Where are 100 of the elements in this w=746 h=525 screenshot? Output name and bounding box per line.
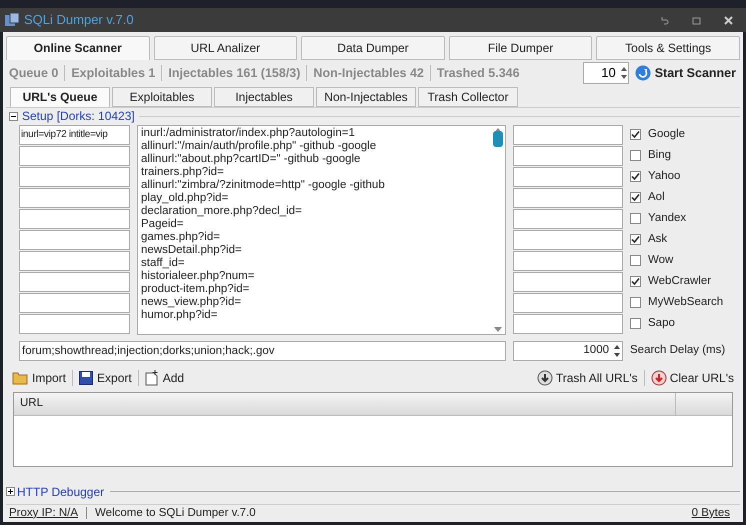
- sub-tab[interactable]: URL's Queue: [10, 86, 110, 107]
- main-tab[interactable]: Data Dumper: [301, 36, 445, 60]
- checkbox[interactable]: [630, 297, 641, 308]
- expand-toggle[interactable]: [6, 487, 15, 496]
- stat-label: Trashed 5.346: [436, 64, 520, 82]
- dork-input-field[interactable]: inurl=vip72 intitle=vip: [19, 124, 130, 145]
- section-title: Setup [Dorks: 10423]: [22, 108, 135, 126]
- main-tab[interactable]: URL Analizer: [154, 36, 298, 60]
- dork-input-field[interactable]: [19, 208, 130, 229]
- dork-input-field[interactable]: [19, 250, 130, 271]
- engine-input-field[interactable]: [513, 124, 623, 145]
- plus-icon: [8, 489, 13, 494]
- engine-input-field[interactable]: [513, 250, 623, 271]
- dork-line: Pageid=: [141, 218, 185, 231]
- checkbox[interactable]: [630, 234, 641, 246]
- dork-line: play_old.php?id=: [141, 192, 230, 205]
- bytes-link[interactable]: 0 Bytes: [692, 504, 740, 522]
- engine-input-field[interactable]: [513, 272, 623, 292]
- engine-label: Yahoo: [648, 169, 680, 184]
- new-document-icon: [144, 370, 159, 386]
- dork-line: newsDetail.php?id=: [141, 244, 243, 257]
- checkmark-icon: [631, 193, 640, 202]
- checkbox[interactable]: [630, 171, 641, 182]
- keywords-input-field[interactable]: forum;showthread;injection;dorks;union;hack;.gov: [19, 340, 506, 361]
- checkbox[interactable]: [630, 318, 641, 330]
- checkbox[interactable]: [630, 255, 641, 266]
- dork-line: games.php?id=: [141, 230, 221, 244]
- undo-icon: [660, 16, 668, 24]
- checkmark-icon: [631, 277, 640, 286]
- proxy-link[interactable]: Proxy IP: N/A: [9, 504, 78, 522]
- dork-input-field[interactable]: [19, 166, 130, 187]
- scroll-thumb[interactable]: [493, 130, 503, 147]
- stat-label: Non-Injectables 42: [313, 64, 424, 82]
- engine-label: MyWebSearch: [648, 295, 724, 310]
- engine-input-field[interactable]: [513, 188, 623, 208]
- engine-input-field[interactable]: [513, 166, 623, 187]
- scrollbar[interactable]: [491, 126, 505, 334]
- delay-spinner[interactable]: 1000: [513, 340, 623, 361]
- engine-label: Bing: [648, 148, 672, 164]
- engine-input-field[interactable]: [513, 146, 623, 166]
- window-title: SQLi Dumper v.7.0: [24, 11, 134, 30]
- start-scanner-button[interactable]: Start Scanner: [634, 64, 740, 83]
- folder-icon: [12, 371, 28, 386]
- dork-line: trainers.php?id=: [141, 166, 225, 179]
- toolbar-button[interactable]: Export: [79, 369, 132, 388]
- down-arrow-circle-icon: [536, 370, 553, 386]
- refresh-icon: [634, 65, 651, 82]
- sub-tab[interactable]: Exploitables: [112, 86, 212, 107]
- minus-icon: [11, 114, 16, 119]
- toolbar-button[interactable]: Trash All URL's: [536, 369, 638, 388]
- sub-tab[interactable]: Trash Collector: [418, 86, 518, 107]
- dork-list-area[interactable]: [137, 124, 506, 335]
- dork-line: historialeer.php?num=: [141, 270, 256, 283]
- checkmark-icon: [631, 235, 640, 244]
- main-tab[interactable]: Online Scanner: [6, 36, 150, 60]
- engine-input-field[interactable]: [513, 314, 623, 334]
- collapse-toggle[interactable]: [9, 112, 18, 121]
- checkbox[interactable]: [630, 129, 641, 140]
- toolbar-button[interactable]: Add: [144, 369, 184, 388]
- checkbox[interactable]: [630, 213, 641, 224]
- main-tab[interactable]: File Dumper: [448, 36, 592, 60]
- dork-input-field[interactable]: [19, 272, 130, 292]
- dork-line: allinurl:"about.php?cartID=" -github -google: [141, 152, 362, 166]
- toolbar-button[interactable]: Clear URL's: [650, 369, 734, 388]
- dork-input-field[interactable]: [19, 188, 130, 208]
- checkbox[interactable]: [630, 276, 641, 288]
- toolbar-button[interactable]: Import: [12, 369, 66, 388]
- engine-label: Sapo: [648, 316, 675, 332]
- dork-line: news_view.php?id=: [141, 296, 242, 309]
- dork-input-field[interactable]: [19, 230, 130, 250]
- engine-input-field[interactable]: [513, 292, 623, 313]
- delay-label: Search Delay (ms): [630, 343, 726, 358]
- threads-spinner[interactable]: 10: [582, 62, 629, 84]
- checkmark-icon: [631, 172, 640, 182]
- checkmark-icon: [631, 130, 640, 140]
- checkbox[interactable]: [630, 192, 641, 204]
- dork-input-field[interactable]: [19, 314, 130, 334]
- dork-line: staff_id=: [141, 256, 186, 270]
- spinner-arrows-icon: [612, 342, 622, 359]
- sub-tab[interactable]: Injectables: [214, 86, 314, 107]
- status-message: Welcome to SQLi Dumper v.7.0: [95, 506, 256, 521]
- dork-input-field[interactable]: [19, 292, 130, 313]
- dork-line: allinurl:"zimbra/?zinitmode=http" -google -github: [141, 178, 386, 192]
- dork-line: humor.php?id=: [141, 308, 218, 322]
- maximize-icon: [692, 16, 700, 24]
- dork-input-field[interactable]: [19, 146, 130, 166]
- engine-input-field[interactable]: [513, 230, 623, 250]
- scroll-down-icon: [494, 326, 502, 332]
- sub-tab[interactable]: Non-Injectables: [316, 86, 416, 107]
- app-icon: [4, 12, 20, 28]
- engine-label: Aol: [648, 190, 665, 206]
- dork-line: product-item.php?id=: [141, 282, 250, 296]
- stat-label: Injectables 161 (158/3): [168, 64, 300, 82]
- engine-input-field[interactable]: [513, 208, 623, 229]
- engine-label: Yandex: [648, 211, 686, 226]
- main-tab[interactable]: Tools & Settings: [596, 36, 740, 60]
- dork-line: declaration_more.php?decl_id=: [141, 204, 303, 218]
- close-icon: [724, 16, 732, 24]
- down-arrow-circle-icon: [650, 370, 667, 386]
- checkbox[interactable]: [630, 150, 641, 162]
